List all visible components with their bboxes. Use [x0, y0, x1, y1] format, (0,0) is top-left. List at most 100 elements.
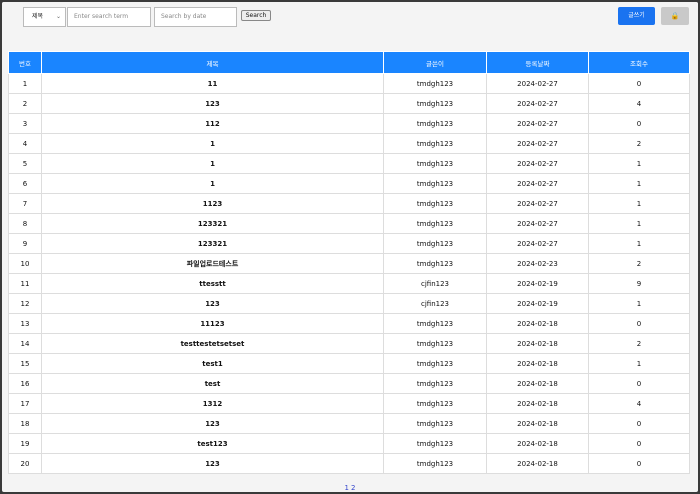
cell-title[interactable]: 11	[41, 73, 384, 94]
cell-title[interactable]: 1123	[41, 193, 384, 214]
cell-title[interactable]: 1	[41, 173, 384, 194]
cell-number: 4	[8, 133, 42, 154]
cell-author: tmdgh123	[383, 233, 487, 254]
cell-author: tmdgh123	[383, 333, 487, 354]
cell-views: 2	[588, 253, 690, 274]
cell-author: tmdgh123	[383, 253, 487, 274]
search-term-input[interactable]: Enter search term	[67, 7, 151, 27]
cell-views: 0	[588, 433, 690, 454]
table-row[interactable]: 15 test1 tmdgh123 2024-02-18 1	[8, 353, 690, 374]
cell-title[interactable]: test1	[41, 353, 384, 374]
table-row[interactable]: 2 123 tmdgh123 2024-02-27 4	[8, 93, 690, 114]
header-views: 조회수	[588, 51, 690, 74]
table-row[interactable]: 7 1123 tmdgh123 2024-02-27 1	[8, 193, 690, 214]
cell-number: 13	[8, 313, 42, 334]
cell-title[interactable]: 11123	[41, 313, 384, 334]
cell-views: 0	[588, 73, 690, 94]
write-button[interactable]: 글쓰기	[618, 7, 655, 25]
cell-views: 1	[588, 153, 690, 174]
cell-author: tmdgh123	[383, 73, 487, 94]
cell-views: 9	[588, 273, 690, 294]
cell-title[interactable]: 112	[41, 113, 384, 134]
page-link-1[interactable]: 1	[345, 484, 349, 492]
cell-title[interactable]: 1312	[41, 393, 384, 414]
cell-date: 2024-02-18	[486, 453, 589, 474]
chevron-down-icon: ⌄	[55, 13, 61, 20]
page-link-2[interactable]: 2	[351, 484, 355, 492]
table-row[interactable]: 16 test tmdgh123 2024-02-18 0	[8, 373, 690, 394]
cell-title[interactable]: 123321	[41, 233, 384, 254]
table-row[interactable]: 17 1312 tmdgh123 2024-02-18 4	[8, 393, 690, 414]
cell-date: 2024-02-27	[486, 233, 589, 254]
cell-views: 0	[588, 113, 690, 134]
table-row[interactable]: 3 112 tmdgh123 2024-02-27 0	[8, 113, 690, 134]
cell-title[interactable]: 1	[41, 133, 384, 154]
table-row[interactable]: 8 123321 tmdgh123 2024-02-27 1	[8, 213, 690, 234]
search-term-placeholder: Enter search term	[74, 13, 129, 20]
table-row[interactable]: 12 123 cjfin123 2024-02-19 1	[8, 293, 690, 314]
cell-date: 2024-02-27	[486, 193, 589, 214]
cell-author: tmdgh123	[383, 113, 487, 134]
table-row[interactable]: 20 123 tmdgh123 2024-02-18 0	[8, 453, 690, 474]
cell-title[interactable]: 123321	[41, 213, 384, 234]
cell-title[interactable]: 123	[41, 293, 384, 314]
cell-number: 16	[8, 373, 42, 394]
cell-author: cjfin123	[383, 293, 487, 314]
table-row[interactable]: 10 파일업로드테스트 tmdgh123 2024-02-23 2	[8, 253, 690, 274]
cell-number: 20	[8, 453, 42, 474]
cell-date: 2024-02-27	[486, 213, 589, 234]
cell-views: 0	[588, 413, 690, 434]
cell-title[interactable]: test123	[41, 433, 384, 454]
cell-title[interactable]: 123	[41, 453, 384, 474]
cell-number: 14	[8, 333, 42, 354]
search-button[interactable]: Search	[241, 10, 271, 21]
cell-author: tmdgh123	[383, 193, 487, 214]
cell-title[interactable]: ttesstt	[41, 273, 384, 294]
header-author: 글쓴이	[383, 51, 487, 74]
lock-button[interactable]: 🔒	[661, 7, 689, 25]
cell-title[interactable]: 123	[41, 413, 384, 434]
cell-date: 2024-02-27	[486, 93, 589, 114]
cell-views: 0	[588, 453, 690, 474]
cell-number: 3	[8, 113, 42, 134]
header-title: 제목	[41, 51, 384, 74]
cell-views: 0	[588, 373, 690, 394]
cell-author: tmdgh123	[383, 393, 487, 414]
cell-author: tmdgh123	[383, 353, 487, 374]
table-row[interactable]: 1 11 tmdgh123 2024-02-27 0	[8, 73, 690, 94]
cell-number: 18	[8, 413, 42, 434]
table-row[interactable]: 6 1 tmdgh123 2024-02-27 1	[8, 173, 690, 194]
cell-number: 12	[8, 293, 42, 314]
cell-date: 2024-02-27	[486, 153, 589, 174]
cell-number: 8	[8, 213, 42, 234]
cell-number: 9	[8, 233, 42, 254]
cell-date: 2024-02-19	[486, 273, 589, 294]
table-row[interactable]: 13 11123 tmdgh123 2024-02-18 0	[8, 313, 690, 334]
table-row[interactable]: 14 testtestetsetset tmdgh123 2024-02-18 2	[8, 333, 690, 354]
cell-author: tmdgh123	[383, 173, 487, 194]
cell-author: tmdgh123	[383, 413, 487, 434]
table-row[interactable]: 4 1 tmdgh123 2024-02-27 2	[8, 133, 690, 154]
search-date-placeholder: Search by date	[161, 13, 207, 20]
table-row[interactable]: 9 123321 tmdgh123 2024-02-27 1	[8, 233, 690, 254]
search-field-select[interactable]: 제목 ⌄	[23, 7, 66, 27]
cell-title[interactable]: 123	[41, 93, 384, 114]
cell-date: 2024-02-18	[486, 333, 589, 354]
cell-date: 2024-02-23	[486, 253, 589, 274]
cell-number: 2	[8, 93, 42, 114]
search-date-input[interactable]: Search by date	[154, 7, 237, 27]
cell-author: tmdgh123	[383, 93, 487, 114]
table-row[interactable]: 11 ttesstt cjfin123 2024-02-19 9	[8, 273, 690, 294]
cell-date: 2024-02-18	[486, 313, 589, 334]
table-row[interactable]: 18 123 tmdgh123 2024-02-18 0	[8, 413, 690, 434]
cell-date: 2024-02-18	[486, 373, 589, 394]
lock-icon: 🔒	[670, 12, 680, 20]
cell-title[interactable]: 1	[41, 153, 384, 174]
cell-date: 2024-02-18	[486, 413, 589, 434]
table-row[interactable]: 5 1 tmdgh123 2024-02-27 1	[8, 153, 690, 174]
search-field-select-value: 제목	[32, 13, 44, 20]
cell-title[interactable]: testtestetsetset	[41, 333, 384, 354]
cell-title[interactable]: test	[41, 373, 384, 394]
cell-title[interactable]: 파일업로드테스트	[41, 253, 384, 274]
table-row[interactable]: 19 test123 tmdgh123 2024-02-18 0	[8, 433, 690, 454]
